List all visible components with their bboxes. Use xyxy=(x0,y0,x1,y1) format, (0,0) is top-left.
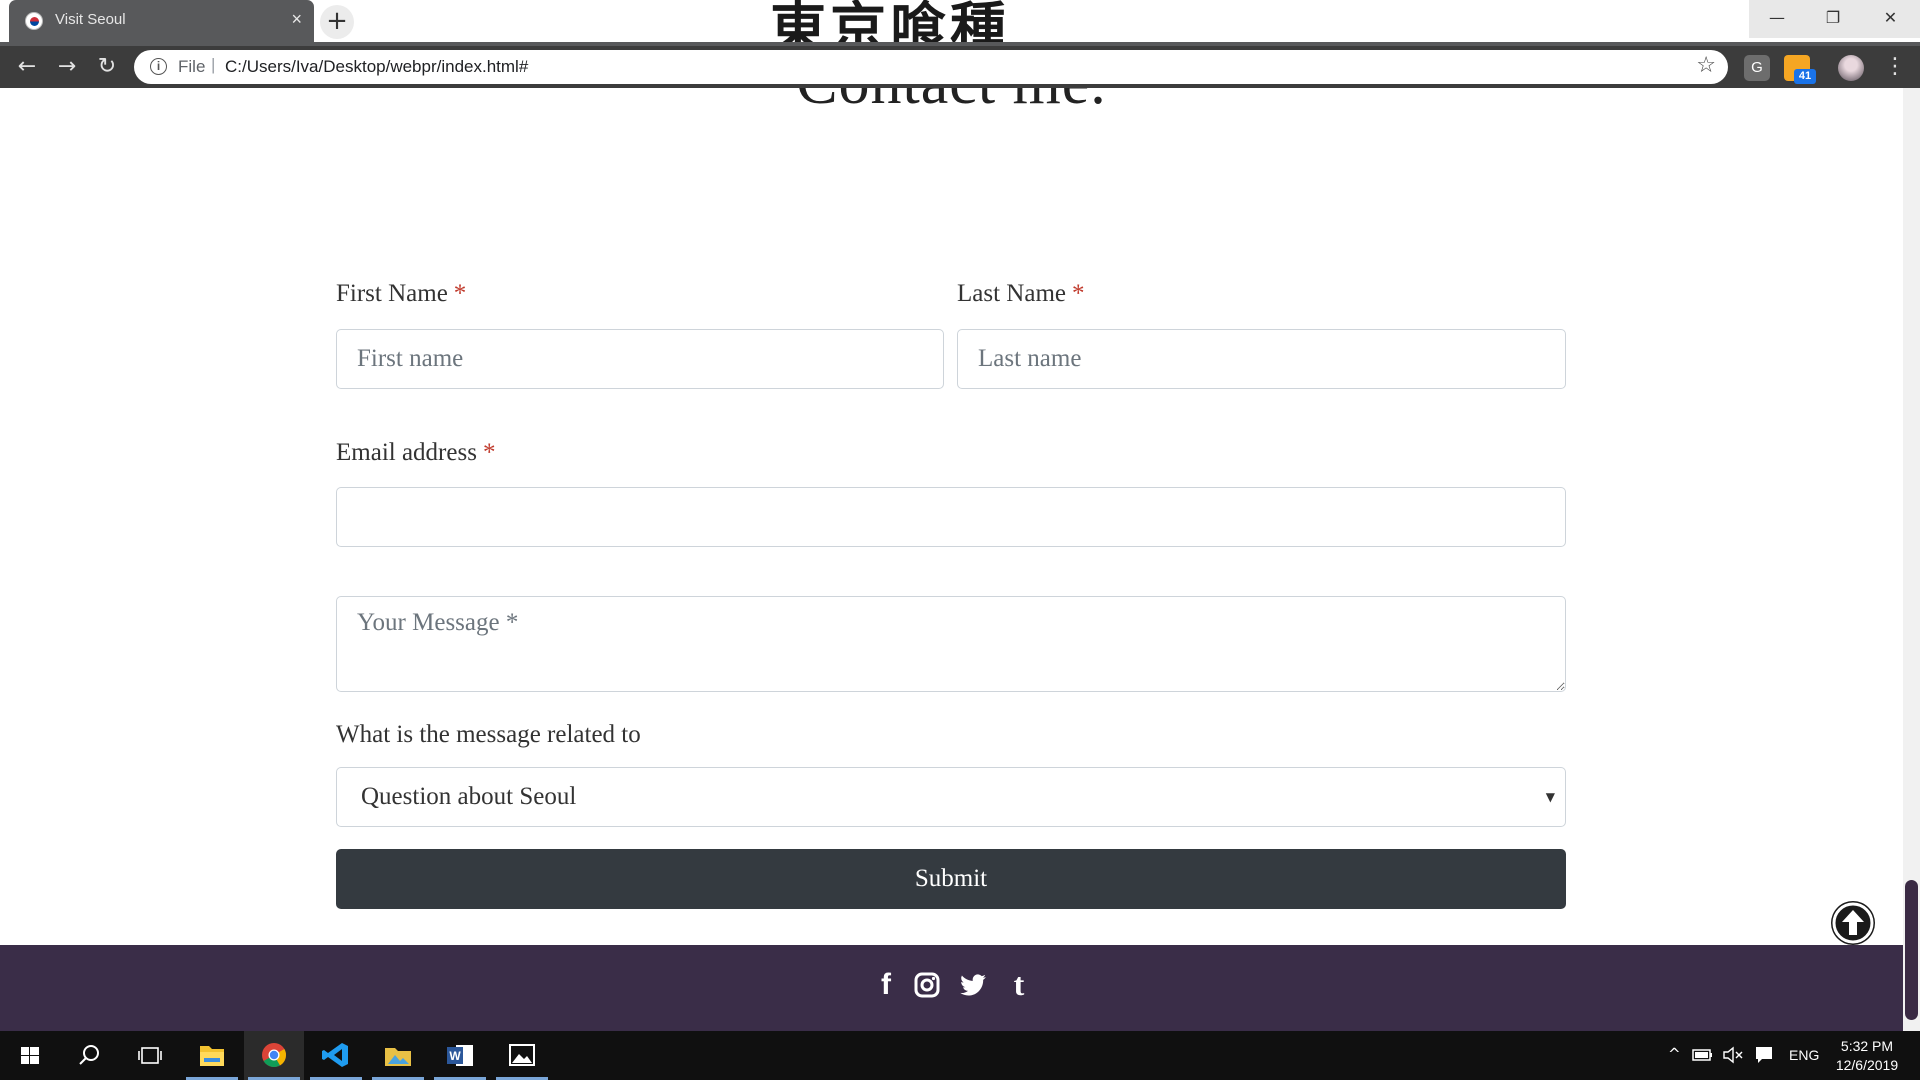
topic-label: What is the message related to xyxy=(336,721,641,748)
new-tab-button[interactable]: + xyxy=(320,5,354,39)
twitter-icon[interactable] xyxy=(959,971,987,999)
page-title: Contact me. xyxy=(0,88,1903,119)
word-icon: W xyxy=(447,1045,473,1066)
extension-badge: 41 xyxy=(1794,69,1816,84)
taskbar-chrome[interactable] xyxy=(244,1031,304,1080)
windows-taskbar: W ^ ENG 5:32 PM 12/6/2019 xyxy=(0,1031,1920,1080)
close-window-button[interactable]: ✕ xyxy=(1861,0,1920,38)
folder-icon xyxy=(200,1046,224,1066)
svg-text:W: W xyxy=(449,1049,461,1063)
first-name-label-text: First Name xyxy=(336,280,448,307)
taskbar-word[interactable]: W xyxy=(430,1031,490,1080)
browser-menu-icon[interactable]: ⋮ xyxy=(1884,53,1906,83)
tumblr-icon[interactable]: t xyxy=(1005,968,1033,1000)
chrome-icon xyxy=(262,1043,287,1068)
instagram-icon[interactable] xyxy=(913,971,941,999)
search-icon xyxy=(79,1045,99,1065)
message-textarea[interactable] xyxy=(336,596,1566,692)
facebook-icon[interactable]: f xyxy=(872,970,900,1000)
page-scrollbar[interactable] xyxy=(1903,88,1920,1031)
taskbar-photos-folder[interactable] xyxy=(368,1031,428,1080)
last-name-label-text: Last Name xyxy=(957,280,1066,307)
rss-extension-icon[interactable]: 41 xyxy=(1784,55,1816,84)
photos-icon xyxy=(509,1044,535,1066)
windows-start-button[interactable] xyxy=(0,1031,60,1080)
email-label-text: Email address xyxy=(336,439,477,466)
task-view-button[interactable] xyxy=(120,1031,180,1080)
tab-close-icon[interactable]: × xyxy=(291,9,302,30)
clock-date: 12/6/2019 xyxy=(1835,1057,1899,1073)
url-separator: | xyxy=(211,55,216,74)
last-name-label: Last Name * xyxy=(957,280,1084,308)
korea-flag-icon xyxy=(25,12,43,30)
language-indicator[interactable]: ENG xyxy=(1789,1047,1819,1063)
tab-visit-seoul[interactable]: Visit Seoul × xyxy=(9,0,314,42)
topic-select[interactable]: Question about Seoul ▼ xyxy=(336,767,1566,827)
profile-avatar[interactable] xyxy=(1838,55,1864,81)
tab-title: Visit Seoul xyxy=(55,11,126,28)
submit-button[interactable]: Submit xyxy=(336,849,1566,909)
extension-g-icon[interactable]: G xyxy=(1744,55,1770,81)
notification-icon[interactable] xyxy=(1754,1045,1774,1065)
page-viewport: Contact me. First Name* Last Name* Email… xyxy=(0,88,1920,1031)
site-info-icon[interactable]: i xyxy=(150,58,167,75)
url-scheme: File xyxy=(178,57,206,76)
scroll-to-top-button[interactable] xyxy=(1831,901,1875,945)
browser-toolbar: ← → ↻ i File | C:/Users/Iva/Desktop/webp… xyxy=(0,42,1920,88)
back-button[interactable]: ← xyxy=(12,53,42,83)
taskbar-photos[interactable] xyxy=(492,1031,552,1080)
email-label: Email address * xyxy=(336,439,495,467)
clock-time: 5:32 PM xyxy=(1840,1038,1894,1054)
last-name-input[interactable] xyxy=(957,329,1566,389)
taskbar-file-explorer[interactable] xyxy=(182,1031,242,1080)
battery-icon[interactable] xyxy=(1692,1047,1714,1063)
restore-button[interactable]: ❐ xyxy=(1805,0,1861,38)
address-bar[interactable]: i File | C:/Users/Iva/Desktop/webpr/inde… xyxy=(134,50,1728,84)
arrow-up-circle-icon xyxy=(1832,902,1874,944)
chevron-down-icon: ▼ xyxy=(1545,790,1555,804)
vscode-icon xyxy=(322,1043,348,1067)
site-footer: f t xyxy=(0,945,1903,1031)
taskbar-clock[interactable]: 5:32 PM 12/6/2019 xyxy=(1822,1037,1912,1075)
windows-logo-icon xyxy=(21,1047,39,1064)
bookmark-star-icon[interactable]: ☆ xyxy=(1696,53,1716,78)
task-view-icon xyxy=(138,1047,162,1064)
volume-muted-icon[interactable] xyxy=(1722,1046,1744,1064)
chevron-up-icon[interactable]: ^ xyxy=(1668,1045,1681,1063)
scrollbar-thumb[interactable] xyxy=(1905,880,1918,1020)
required-marker: * xyxy=(1071,280,1085,307)
forward-button[interactable]: → xyxy=(52,53,82,83)
required-marker: * xyxy=(453,280,467,307)
taskbar-vscode[interactable] xyxy=(306,1031,366,1080)
tab-strip: Visit Seoul × + 東京喰種 — ❐ ✕ xyxy=(0,0,1920,62)
search-button[interactable] xyxy=(60,1031,120,1080)
topic-selected-value: Question about Seoul xyxy=(361,783,577,810)
reload-button[interactable]: ↻ xyxy=(92,53,122,83)
image-folder-icon xyxy=(385,1048,411,1066)
minimize-button[interactable]: — xyxy=(1749,0,1805,38)
url-text[interactable]: C:/Users/Iva/Desktop/webpr/index.html# xyxy=(225,57,528,77)
required-marker: * xyxy=(482,439,496,466)
email-input[interactable] xyxy=(336,487,1566,547)
first-name-label: First Name * xyxy=(336,280,466,308)
first-name-input[interactable] xyxy=(336,329,944,389)
